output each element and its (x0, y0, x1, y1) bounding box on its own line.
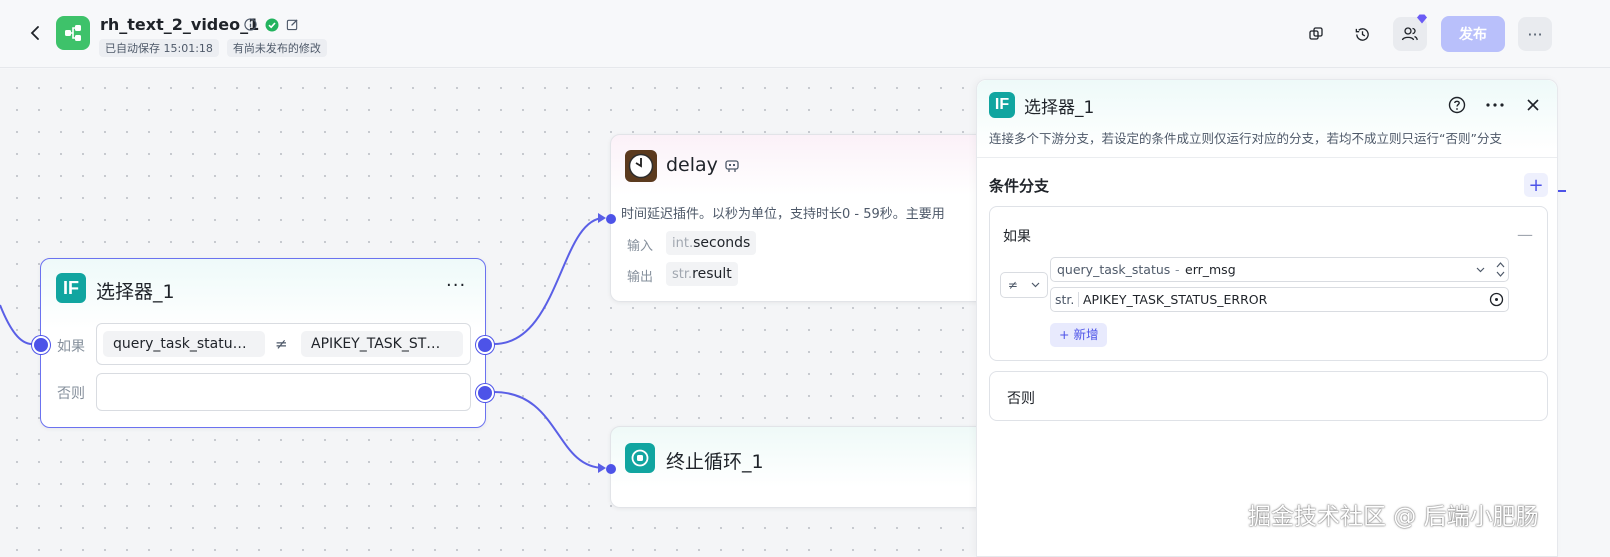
input-port[interactable] (606, 464, 616, 474)
close-icon (1527, 99, 1539, 111)
panel-description: 连接多个下游分支，若设定的条件成立则仅运行对应的分支，若均不成立则只运行“否则”… (989, 131, 1502, 146)
operator-label: ≠ (275, 335, 288, 353)
input-port[interactable] (606, 214, 616, 224)
chevron-left-icon (30, 26, 39, 40)
edge-stub (1558, 190, 1566, 192)
unpublished-badge: 有尚未发布的修改 (226, 39, 327, 57)
node-title: delay (666, 154, 718, 176)
delay-node[interactable]: delay 时间延迟插件。以秒为单位，支持时长0 - 59秒。主要用 输入 in… (606, 134, 990, 302)
node-title: 选择器_1 (96, 281, 175, 303)
panel-more-button[interactable] (1482, 92, 1508, 118)
diamond-badge-icon (1417, 14, 1427, 24)
help-button[interactable] (1444, 92, 1470, 118)
input-type: int. (672, 236, 694, 251)
value-text: APIKEY_TASK_STATUS_ERROR (1083, 292, 1268, 307)
workflow-title: rh_text_2_video_1 (100, 15, 260, 34)
if-output-port[interactable] (476, 336, 494, 354)
edit-icon[interactable] (285, 17, 300, 32)
info-icon[interactable] (243, 17, 258, 32)
input-label: 输入 (627, 239, 654, 254)
stop-icon (625, 443, 655, 473)
value-type: str. (1055, 292, 1080, 307)
else-condition-row[interactable] (96, 373, 471, 411)
more-options-button[interactable]: ··· (1518, 17, 1552, 51)
if-badge-icon: IF (56, 273, 86, 303)
watermark: 掘金技术社区 @ 后端小肥肠 (1248, 504, 1539, 530)
section-title: 条件分支 (989, 177, 1050, 195)
else-branch-label: 否则 (1007, 391, 1035, 407)
panel-title: 选择器_1 (1024, 98, 1095, 118)
node-title: 终止循环_1 (666, 451, 764, 473)
value-input[interactable]: str. APIKEY_TASK_STATUS_ERROR (1050, 287, 1509, 312)
if-label: 如果 (57, 339, 85, 355)
output-name: result (692, 266, 732, 282)
input-param: int.seconds (666, 231, 757, 255)
sort-icon (1496, 262, 1505, 277)
output-label: 输出 (627, 270, 654, 285)
top-bar: rh_text_2_video_1 已自动保存 15:01:18 有尚未发布的修… (0, 0, 1610, 68)
selector-node[interactable]: IF 选择器_1 ··· 如果 query_task_statu… ≠ APIK… (32, 258, 494, 428)
workflow-logo-icon (56, 16, 90, 50)
users-icon (1401, 27, 1418, 41)
add-branch-button[interactable]: + (1524, 173, 1548, 197)
node-more-button[interactable]: ··· (446, 275, 466, 296)
clock-icon (625, 150, 657, 182)
history-button[interactable] (1345, 17, 1379, 51)
variable-separator: - (1175, 262, 1180, 277)
operator-select[interactable]: ≠ (1000, 272, 1048, 298)
panel-header: IF 选择器_1 连接多个下游分支，若设定的条件成立则仅运行对应的分支，若均不成… (977, 80, 1557, 158)
remove-branch-button[interactable]: — (1517, 225, 1533, 244)
publish-button[interactable]: 发布 (1441, 16, 1505, 52)
copy-button[interactable] (1299, 17, 1333, 51)
stop-loop-node[interactable]: 终止循环_1 (606, 426, 990, 508)
help-icon (1448, 96, 1466, 114)
else-output-port[interactable] (476, 384, 494, 402)
node-description: 时间延迟插件。以秒为单位，支持时长0 - 59秒。主要用 (621, 207, 945, 222)
else-label: 否则 (57, 386, 85, 402)
chevron-down-icon (1031, 282, 1040, 288)
variable-select[interactable]: query_task_status - err_msg (1050, 257, 1509, 282)
node-config-panel: IF 选择器_1 连接多个下游分支，若设定的条件成立则仅运行对应的分支，若均不成… (976, 79, 1558, 557)
if-condition-row[interactable]: query_task_statu… ≠ APIKEY_TASK_ST… (96, 323, 471, 365)
add-condition-button[interactable]: + 新增 (1050, 323, 1108, 347)
variable-name: query_task_status (1057, 262, 1171, 277)
left-operand-chip: query_task_statu… (103, 331, 265, 357)
operator-value: ≠ (1007, 278, 1018, 292)
input-name: seconds (693, 235, 751, 251)
if-branch-card: 如果 — ≠ query_task_status - err_msg str. … (989, 206, 1548, 361)
chevron-down-icon (1476, 267, 1485, 273)
autosave-badge: 已自动保存 15:01:18 (99, 39, 219, 57)
plugin-icon (724, 158, 740, 178)
else-branch-card: 否则 (989, 371, 1548, 421)
back-button[interactable] (24, 22, 46, 44)
output-type: str. (672, 267, 693, 282)
if-branch-label: 如果 (1003, 229, 1031, 245)
right-operand-chip: APIKEY_TASK_ST… (301, 331, 463, 357)
input-port[interactable] (32, 336, 50, 354)
collaborators-button[interactable] (1393, 14, 1427, 51)
close-button[interactable] (1520, 92, 1546, 118)
variable-pick-icon (1489, 292, 1504, 307)
history-icon (1355, 27, 1369, 41)
variable-field: err_msg (1185, 262, 1236, 277)
check-circle-icon (264, 17, 279, 32)
output-param: str.result (666, 262, 738, 286)
copy-icon (1309, 27, 1323, 40)
more-icon (1486, 103, 1504, 107)
if-badge-icon: IF (989, 92, 1015, 118)
